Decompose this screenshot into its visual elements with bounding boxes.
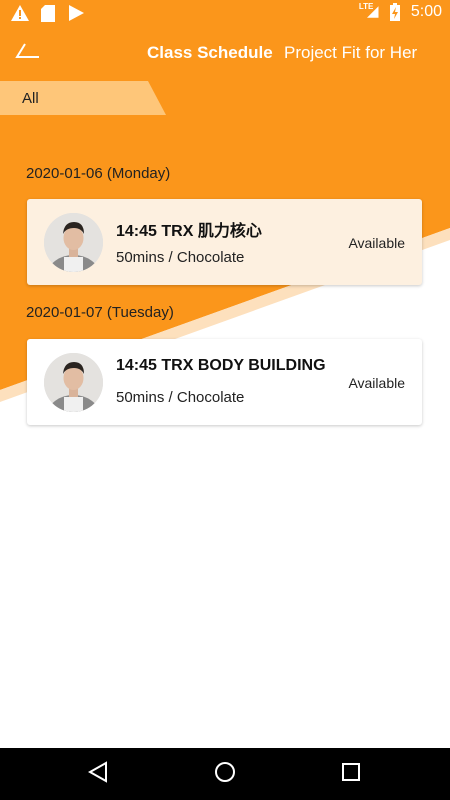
status-label: Available [348,375,405,391]
class-card[interactable]: 14:45 TRX 肌力核心 50mins / Chocolate Availa… [27,199,422,285]
date-heading: 2020-01-06 (Monday) [26,165,171,182]
battery-icon [385,2,405,22]
date-heading: 2020-01-07 (Tuesday) [26,304,174,321]
nav-recents-button[interactable] [337,760,365,788]
system-nav-bar [0,748,450,800]
page-subtitle: Project Fit for Her [284,43,418,62]
sd-card-icon [38,3,58,23]
filter-tab-label: All [22,90,39,107]
nav-home-button[interactable] [211,760,239,788]
signal-icon: LTE [359,2,379,22]
app-bar: Class Schedule Project Fit for Her [0,25,450,81]
play-store-icon [66,3,86,23]
recents-square-icon [341,762,361,787]
instructor-avatar [44,353,103,412]
filter-tab-all[interactable]: All [0,81,166,115]
back-triangle-icon [87,760,108,788]
instructor-avatar [44,213,103,272]
home-circle-icon [214,761,236,788]
back-button[interactable] [10,35,46,71]
class-meta: 50mins / Chocolate [116,249,245,266]
nav-back-button[interactable] [84,760,112,788]
status-bar: LTE 5:00 [0,0,450,25]
warning-icon [10,3,30,23]
class-card[interactable]: 14:45 TRX BODY BUILDING 50mins / Chocola… [27,339,422,425]
back-arrow-icon [15,42,41,64]
class-name: 14:45 TRX BODY BUILDING [116,357,326,374]
clock: 5:00 [410,3,442,20]
page-title: Class Schedule [147,43,273,62]
status-label: Available [348,235,405,251]
class-name: 14:45 TRX 肌力核心 [116,223,262,240]
class-meta: 50mins / Chocolate [116,389,245,406]
